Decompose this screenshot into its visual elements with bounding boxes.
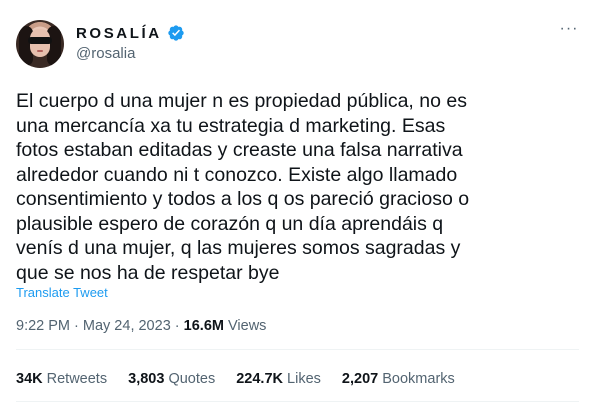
retweets-label: Retweets bbox=[46, 371, 108, 387]
tweet-meta: 9:22 PM · May 24, 2023 · 16.6M Views bbox=[16, 318, 266, 334]
retweets-count: 34K bbox=[16, 371, 43, 387]
tweet-date[interactable]: May 24, 2023 bbox=[83, 318, 171, 334]
author-handle[interactable]: @rosalia bbox=[76, 45, 185, 62]
likes-count: 224.7K bbox=[236, 371, 283, 387]
meta-separator: · bbox=[70, 318, 83, 334]
quotes-stat[interactable]: 3,803 Quotes bbox=[128, 371, 215, 387]
more-horizontal-icon[interactable]: ··· bbox=[559, 21, 579, 42]
likes-stat[interactable]: 224.7K Likes bbox=[236, 371, 321, 387]
divider bbox=[16, 349, 579, 350]
avatar-sunglasses bbox=[28, 37, 52, 44]
engagement-stats: 34K Retweets 3,803 Quotes 224.7K Likes 2… bbox=[16, 371, 472, 387]
author-names[interactable]: ROSALÍA @rosalia bbox=[76, 24, 185, 62]
meta-separator-2: · bbox=[170, 318, 184, 334]
avatar[interactable] bbox=[16, 20, 64, 68]
tweet-header: ROSALÍA @rosalia ··· bbox=[16, 20, 579, 70]
bookmarks-count: 2,207 bbox=[341, 371, 379, 387]
author-display-name[interactable]: ROSALÍA bbox=[76, 25, 162, 42]
quotes-count: 3,803 bbox=[128, 371, 165, 387]
divider bbox=[16, 401, 579, 402]
tweet-card: ROSALÍA @rosalia ··· El cuerpo d una muj… bbox=[0, 0, 595, 403]
tweet-time[interactable]: 9:22 PM bbox=[16, 318, 70, 334]
translate-tweet-link[interactable]: Translate Tweet bbox=[16, 285, 108, 300]
verified-badge-icon bbox=[168, 25, 184, 41]
avatar-lips bbox=[37, 50, 43, 52]
bookmarks-stat[interactable]: 2,207 Bookmarks bbox=[342, 371, 455, 387]
views-count: 16.6M bbox=[183, 318, 224, 334]
tweet-text: El cuerpo d una mujer n es propiedad púb… bbox=[16, 90, 470, 284]
views-label: Views bbox=[228, 318, 267, 334]
bookmarks-label: Bookmarks bbox=[382, 371, 455, 387]
retweets-stat[interactable]: 34K Retweets bbox=[16, 371, 107, 387]
likes-label: Likes bbox=[287, 371, 321, 387]
quotes-label: Quotes bbox=[168, 371, 216, 387]
